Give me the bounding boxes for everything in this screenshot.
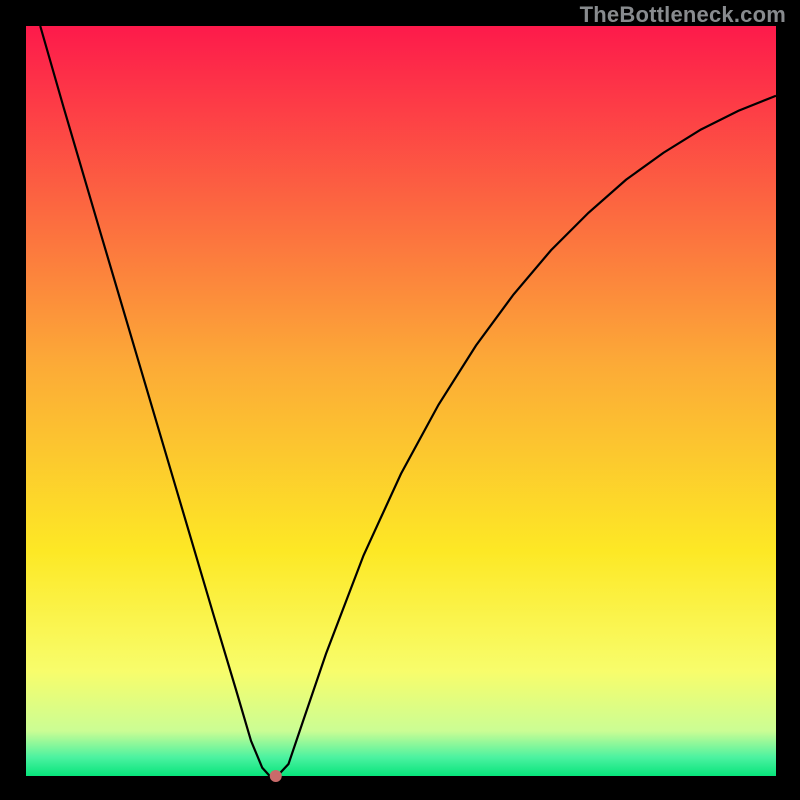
- plot-background: [26, 26, 776, 776]
- chart-container: { "watermark": { "text": "TheBottleneck.…: [0, 0, 800, 800]
- watermark-link[interactable]: TheBottleneck.com: [580, 2, 786, 28]
- optimal-point-marker: [270, 770, 282, 782]
- bottleneck-chart: [0, 0, 800, 800]
